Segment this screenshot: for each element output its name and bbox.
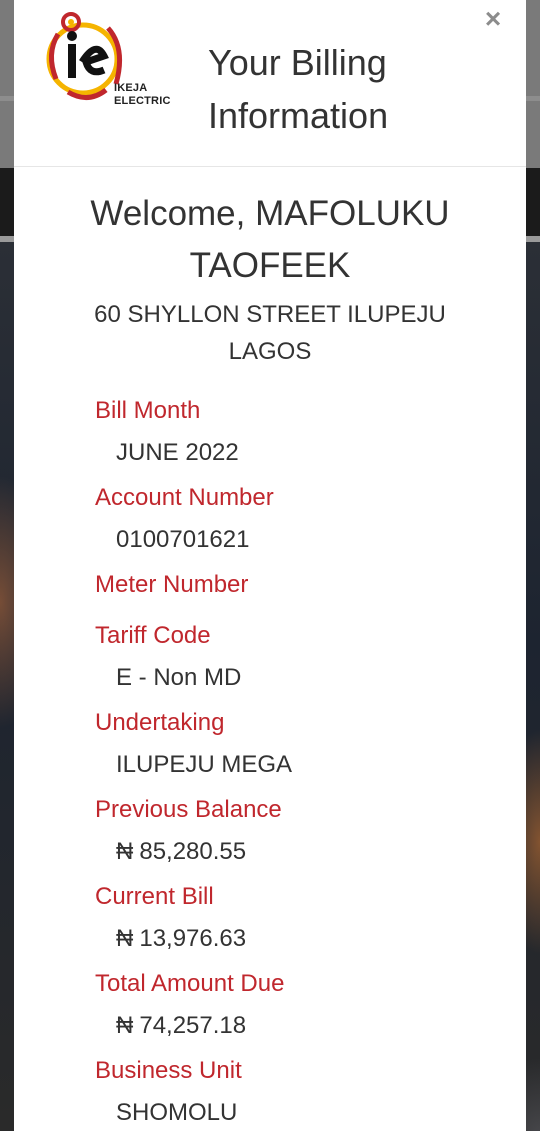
naira-symbol: ₦ bbox=[116, 1012, 134, 1039]
previous-balance-value: ₦ 85,280.55 bbox=[116, 837, 246, 867]
previous-balance-label: Previous Balance bbox=[95, 796, 282, 823]
total-amount-due-label: Total Amount Due bbox=[95, 970, 285, 997]
logo-wordmark: IKEJA ELECTRIC bbox=[114, 82, 171, 108]
total-amount-due-amount: 74,257.18 bbox=[139, 1012, 247, 1039]
billing-modal: IKEJA ELECTRIC Your Billing Information … bbox=[14, 0, 526, 1131]
tariff-code-label: Tariff Code bbox=[95, 622, 211, 649]
current-bill-label: Current Bill bbox=[95, 883, 214, 910]
naira-symbol: ₦ bbox=[116, 838, 134, 865]
current-bill-amount: 13,976.63 bbox=[139, 925, 247, 952]
tariff-code-value: E - Non MD bbox=[116, 664, 242, 691]
undertaking-value: ILUPEJU MEGA bbox=[116, 751, 293, 778]
account-number-label: Account Number bbox=[95, 484, 274, 511]
welcome-heading: Welcome, MAFOLUKU TAOFEEK bbox=[90, 194, 450, 285]
total-amount-due-value: ₦ 74,257.18 bbox=[116, 1011, 246, 1041]
bill-month-label: Bill Month bbox=[95, 397, 201, 424]
customer-address: 60 SHYLLON STREET ILUPEJU LAGOS bbox=[94, 301, 446, 365]
previous-balance-amount: 85,280.55 bbox=[139, 838, 247, 865]
ikeja-electric-logo: IKEJA ELECTRIC bbox=[38, 4, 188, 114]
business-unit-label: Business Unit bbox=[95, 1057, 242, 1084]
account-number-value: 0100701621 bbox=[116, 526, 250, 553]
modal-title: Your Billing Information bbox=[208, 42, 389, 136]
business-unit-value: SHOMOLU bbox=[116, 1099, 238, 1126]
naira-symbol: ₦ bbox=[116, 925, 134, 952]
meter-number-label: Meter Number bbox=[95, 571, 249, 598]
logo-line2: ELECTRIC bbox=[114, 95, 171, 107]
undertaking-label: Undertaking bbox=[95, 709, 225, 736]
logo-line1: IKEJA bbox=[114, 82, 148, 94]
current-bill-value: ₦ 13,976.63 bbox=[116, 924, 246, 954]
bill-month-value: JUNE 2022 bbox=[116, 439, 239, 466]
modal-header: IKEJA ELECTRIC Your Billing Information … bbox=[14, 0, 526, 167]
close-icon[interactable]: × bbox=[480, 2, 506, 36]
